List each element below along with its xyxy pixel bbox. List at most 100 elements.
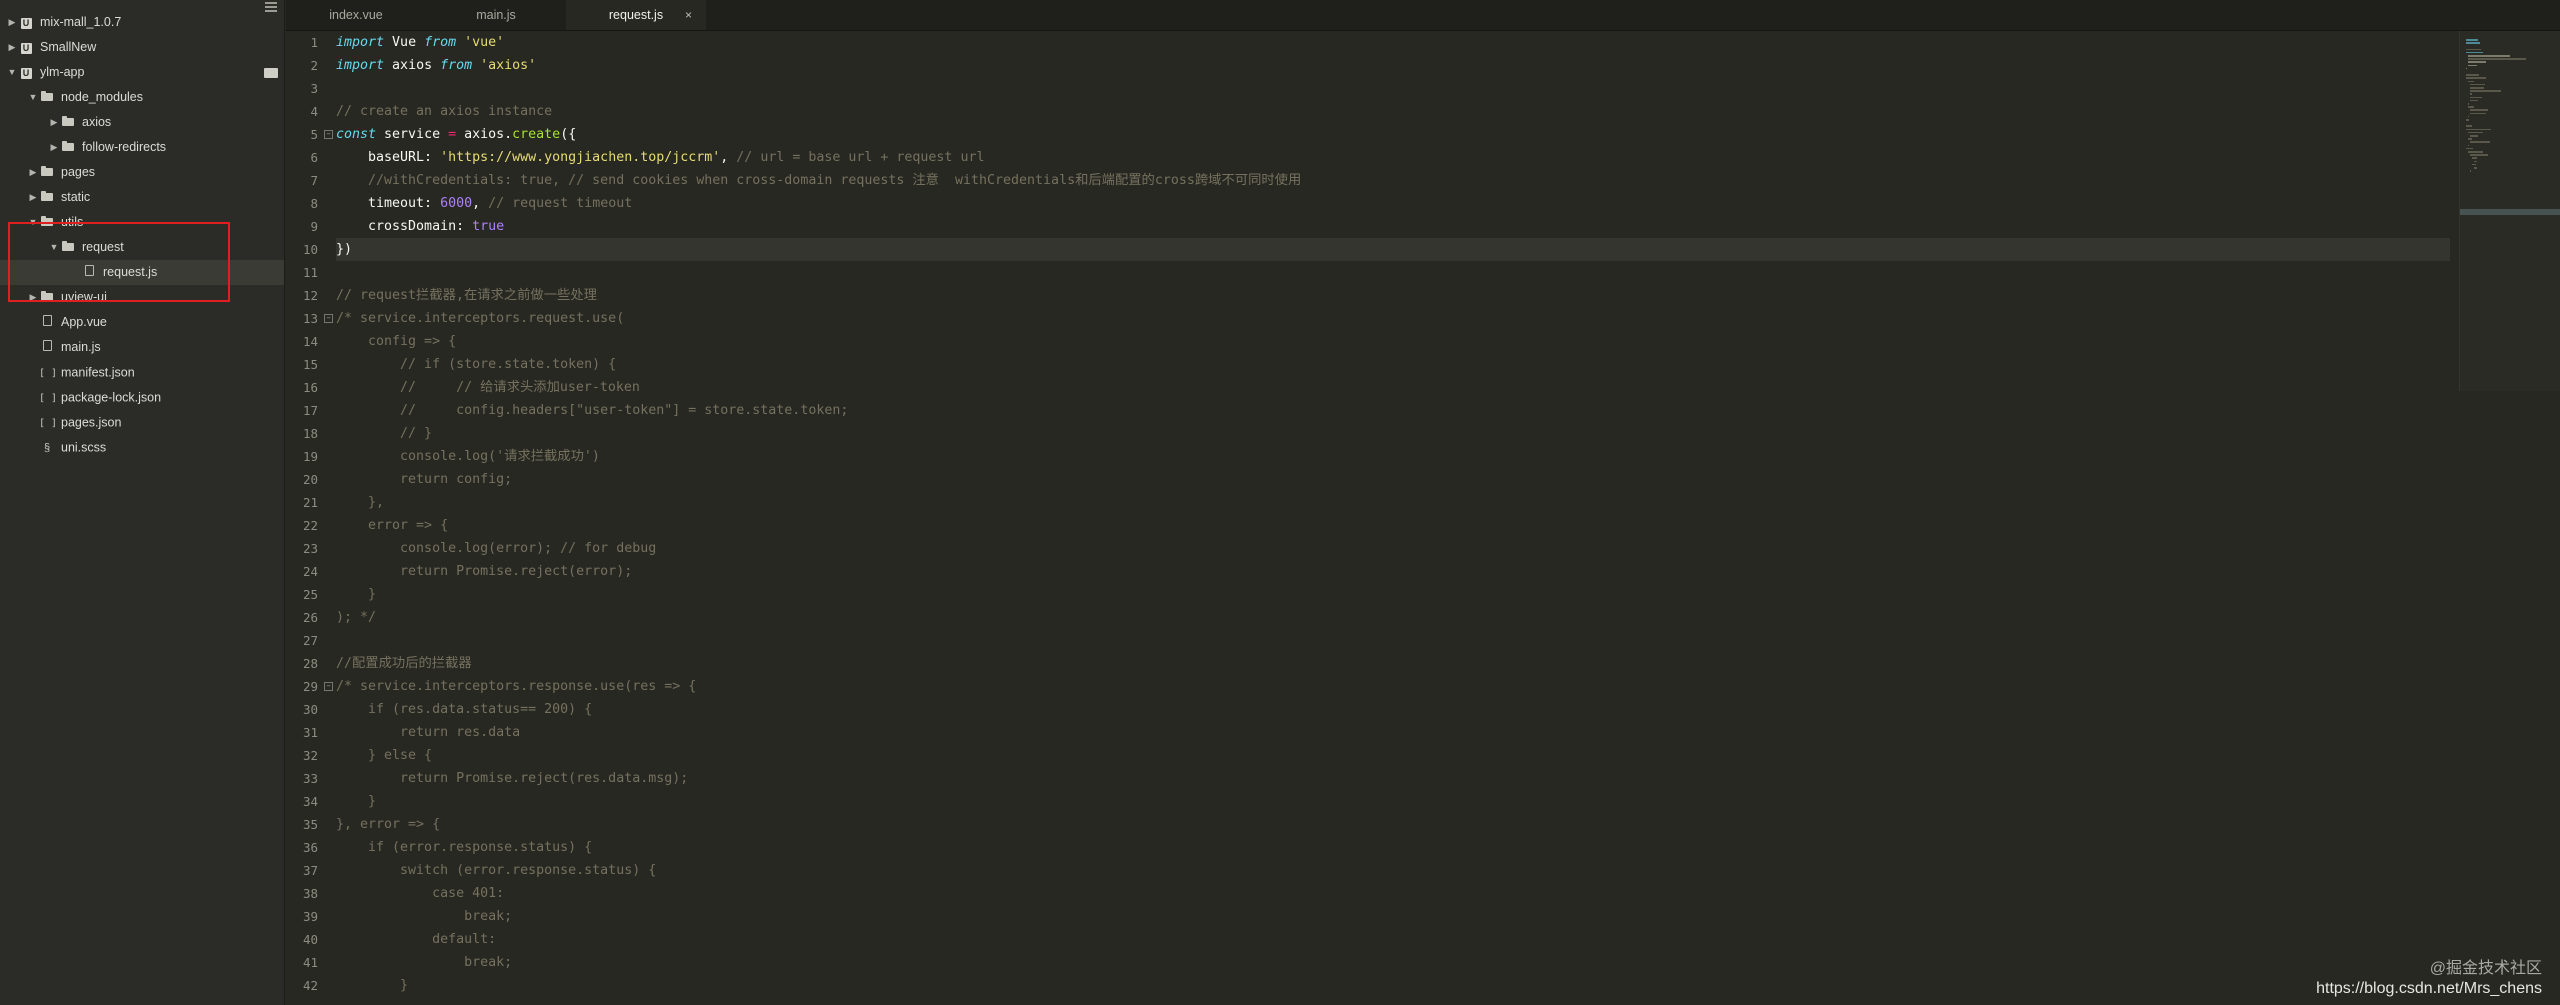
code-line[interactable]: break; <box>336 951 2450 974</box>
code-line[interactable]: // if (store.state.token) { <box>336 353 2450 376</box>
fold-toggle-icon[interactable]: − <box>324 682 333 691</box>
code-line[interactable]: /* service.interceptors.request.use( <box>336 307 2450 330</box>
code-line[interactable]: return res.data <box>336 721 2450 744</box>
code-token: // config.headers["user-token"] = store.… <box>336 403 849 418</box>
tree-item-axios[interactable]: ▶ axios <box>0 110 284 135</box>
code-line[interactable]: //配置成功后的拦截器 <box>336 652 2450 675</box>
code-line[interactable]: // // 给请求头添加user-token <box>336 376 2450 399</box>
code-token: console.log(error); // for debug <box>336 541 657 556</box>
tab-main-js[interactable]: main.js <box>426 0 566 30</box>
tree-item-uni-scss[interactable]: § uni.scss <box>0 435 284 460</box>
code-line[interactable]: // } <box>336 422 2450 445</box>
code-line[interactable]: } <box>336 974 2450 997</box>
code-line[interactable]: // create an axios instance <box>336 100 2450 123</box>
code-line[interactable]: /* service.interceptors.response.use(res… <box>336 675 2450 698</box>
code-line[interactable] <box>336 261 2450 284</box>
tree-item-static[interactable]: ▶ static <box>0 185 284 210</box>
code-token: }, error => { <box>336 817 441 832</box>
tree-item-node-modules[interactable]: ▼ node_modules <box>0 85 284 110</box>
code-line[interactable]: baseURL: 'https://www.yongjiachen.top/jc… <box>336 146 2450 169</box>
code-line[interactable]: // config.headers["user-token"] = store.… <box>336 399 2450 422</box>
code-line[interactable]: timeout: 6000, // request timeout <box>336 192 2450 215</box>
tree-item-utils[interactable]: ▼ utils <box>0 210 284 235</box>
code-line[interactable]: error => { <box>336 514 2450 537</box>
close-tab-icon[interactable]: × <box>685 0 692 30</box>
code-area[interactable]: import Vue from 'vue' import axios from '… <box>336 31 2450 1005</box>
code-line[interactable]: }, error => { <box>336 813 2450 836</box>
minimap-viewport[interactable] <box>2460 209 2560 215</box>
tree-item-follow-redirects[interactable]: ▶ follow-redirects <box>0 135 284 160</box>
tree-item-request[interactable]: ▼ request <box>0 235 284 260</box>
tab-request-js[interactable]: request.js × <box>566 0 706 30</box>
chevron-right-icon[interactable]: ▶ <box>48 110 60 135</box>
code-editor[interactable]: 1 2 3 4 5−6 7 8 9 10 11 12 13−14 15 16 17 18 19 20 21 22 23 2… <box>286 31 2560 1005</box>
code-line[interactable]: // request拦截器,在请求之前做一些处理 <box>336 284 2450 307</box>
tree-item-pages-json[interactable]: [ ] pages.json <box>0 410 284 435</box>
code-line[interactable]: console.log('请求拦截成功') <box>336 445 2450 468</box>
code-line[interactable]: switch (error.response.status) { <box>336 859 2450 882</box>
code-line[interactable]: return Promise.reject(res.data.msg); <box>336 767 2450 790</box>
code-line[interactable] <box>336 77 2450 100</box>
code-line[interactable]: }, <box>336 491 2450 514</box>
code-line[interactable]: const service = axios.create({ <box>336 123 2450 146</box>
line-number-text: 10 <box>302 242 318 257</box>
tree-item-manifest-json[interactable]: [ ] manifest.json <box>0 360 284 385</box>
tree-item-package-lock-json[interactable]: [ ] package-lock.json <box>0 385 284 410</box>
code-line[interactable]: case 401: <box>336 882 2450 905</box>
code-line[interactable]: break; <box>336 905 2450 928</box>
code-token: create <box>512 127 561 142</box>
code-line[interactable]: } <box>336 790 2450 813</box>
chevron-down-icon[interactable]: ▼ <box>6 60 18 85</box>
code-line[interactable]: } else { <box>336 744 2450 767</box>
code-line[interactable]: return Promise.reject(error); <box>336 560 2450 583</box>
line-number-text: 29 <box>302 679 318 694</box>
chevron-right-icon[interactable]: ▶ <box>48 135 60 160</box>
code-line[interactable]: console.log(error); // for debug <box>336 537 2450 560</box>
code-token: 'vue' <box>456 35 505 50</box>
chevron-right-icon[interactable]: ▶ <box>27 285 39 310</box>
fold-toggle-icon[interactable]: − <box>324 130 333 139</box>
chevron-right-icon[interactable]: ▶ <box>6 35 18 60</box>
code-line[interactable]: default: <box>336 928 2450 951</box>
tree-item-uview-ui[interactable]: ▶ uview-ui <box>0 285 284 310</box>
line-number: 8 <box>286 192 320 215</box>
chevron-down-icon[interactable]: ▼ <box>27 210 39 235</box>
tree-item-ylm-app[interactable]: ▼ Uylm-app <box>0 60 284 85</box>
minimap[interactable] <box>2459 31 2560 391</box>
tree-item-app-vue[interactable]: App.vue <box>0 310 284 335</box>
minimap-line <box>2468 80 2475 83</box>
code-line[interactable]: crossDomain: true <box>336 215 2450 238</box>
folder-add-icon[interactable] <box>264 68 278 78</box>
code-line[interactable]: //withCredentials: true, // send cookies… <box>336 169 2450 192</box>
code-line[interactable]: if (error.response.status) { <box>336 836 2450 859</box>
tree-item-main-js[interactable]: main.js <box>0 335 284 360</box>
fold-toggle-icon[interactable]: − <box>324 314 333 323</box>
line-number: 4 <box>286 100 320 123</box>
code-line[interactable]: return config; <box>336 468 2450 491</box>
code-line[interactable]: ); */ <box>336 606 2450 629</box>
code-line[interactable]: } <box>336 583 2450 606</box>
chevron-down-icon[interactable]: ▼ <box>48 235 60 260</box>
line-number: 29− <box>286 675 333 698</box>
line-number: 32 <box>286 744 320 767</box>
line-number: 42 <box>286 974 320 997</box>
folder-open-icon <box>39 85 55 110</box>
code-line[interactable]: }) <box>336 238 2450 261</box>
tree-item-mix-mall-1-0-7[interactable]: ▶ Umix-mall_1.0.7 <box>0 10 284 35</box>
chevron-right-icon[interactable]: ▶ <box>27 185 39 210</box>
tree-item-pages[interactable]: ▶ pages <box>0 160 284 185</box>
code-token: return Promise.reject(res.data.msg); <box>336 771 689 786</box>
code-line[interactable]: import Vue from 'vue' <box>336 31 2450 54</box>
chevron-right-icon[interactable]: ▶ <box>27 160 39 185</box>
sidebar-toolbar <box>0 0 284 12</box>
chevron-down-icon[interactable]: ▼ <box>27 85 39 110</box>
folder-icon <box>39 285 55 310</box>
code-line[interactable]: if (res.data.status== 200) { <box>336 698 2450 721</box>
tree-item-request-js[interactable]: request.js <box>0 260 284 285</box>
code-line[interactable]: import axios from 'axios' <box>336 54 2450 77</box>
code-line[interactable] <box>336 629 2450 652</box>
code-line[interactable]: config => { <box>336 330 2450 353</box>
tab-index-vue[interactable]: index.vue <box>286 0 426 30</box>
tree-item-smallnew[interactable]: ▶ U SmallNew <box>0 35 284 60</box>
chevron-right-icon[interactable]: ▶ <box>6 10 18 35</box>
